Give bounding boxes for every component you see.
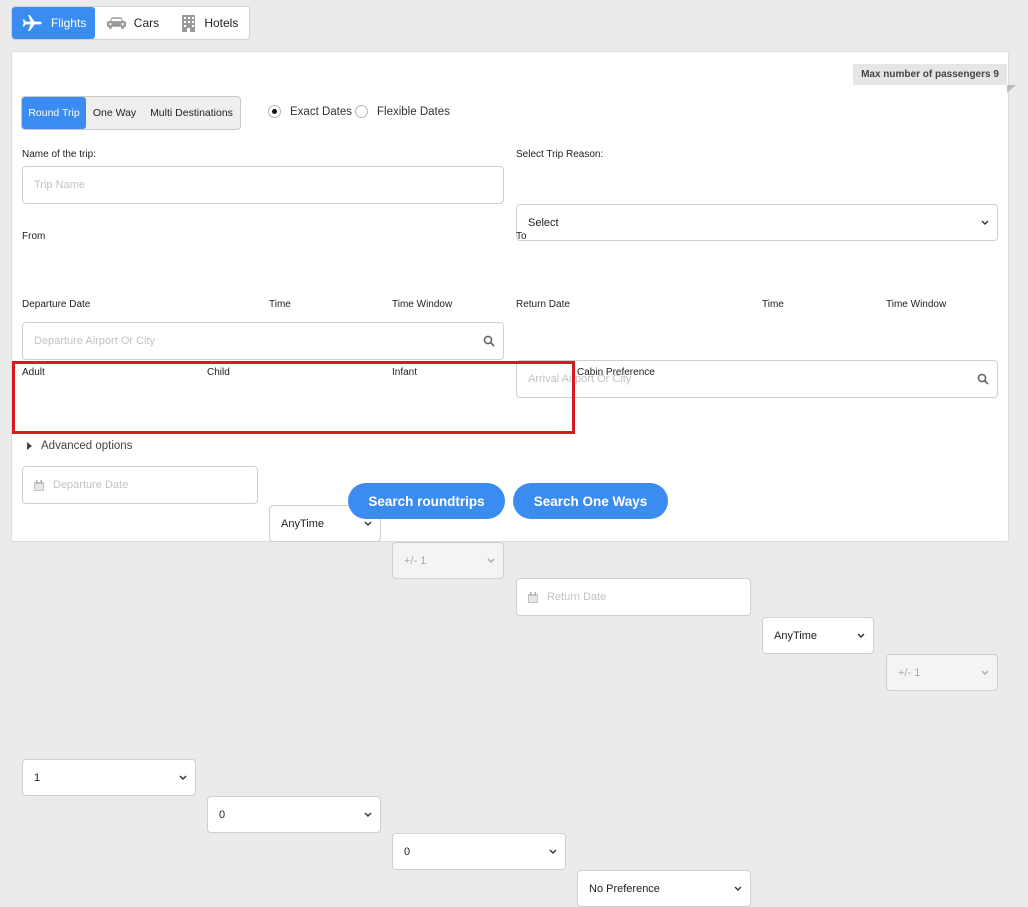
tab-cars-label: Cars [133, 16, 160, 30]
search-one-ways-button[interactable]: Search One Ways [513, 483, 668, 519]
departure-window-label: Time Window [392, 299, 453, 310]
trip-reason-select[interactable]: Select [516, 204, 998, 241]
trip-type-multi-destinations[interactable]: Multi Destinations [143, 97, 240, 129]
return-time-select[interactable]: AnyTime [762, 617, 874, 654]
infant-label: Infant [392, 367, 418, 378]
tab-cars[interactable]: Cars [95, 7, 170, 39]
child-label: Child [207, 367, 230, 378]
from-input[interactable]: Departure Airport Or City [22, 322, 504, 360]
trip-name-input[interactable]: Trip Name [22, 166, 504, 204]
trip-type-selector: Round Trip One Way Multi Destinations [21, 96, 241, 130]
chevron-down-icon [364, 812, 372, 817]
adult-label: Adult [22, 367, 45, 378]
service-tabs: Flights Cars Hotels [11, 6, 250, 40]
departure-date-input[interactable]: Departure Date [22, 466, 258, 504]
trip-name-label: Name of the trip: [22, 149, 96, 160]
advanced-options-toggle[interactable]: Advanced options [27, 440, 132, 452]
departure-window-select[interactable]: +/- 1 [392, 542, 504, 579]
search-icon [977, 373, 989, 385]
caret-right-icon [27, 442, 32, 450]
chevron-down-icon [981, 670, 989, 675]
tab-hotels-label: Hotels [204, 16, 239, 30]
to-label: To [516, 231, 527, 242]
trip-reason-label: Select Trip Reason: [516, 149, 604, 160]
return-date-input[interactable]: Return Date [516, 578, 751, 616]
chevron-down-icon [981, 220, 989, 225]
search-roundtrips-button[interactable]: Search roundtrips [348, 483, 505, 519]
flexible-dates-option[interactable]: Flexible Dates [355, 105, 450, 118]
trip-type-round-trip[interactable]: Round Trip [22, 97, 86, 129]
search-icon [483, 335, 495, 347]
adult-select[interactable]: 1 [22, 759, 196, 796]
trip-type-one-way[interactable]: One Way [86, 97, 143, 129]
car-icon [106, 17, 126, 29]
infant-select[interactable]: 0 [392, 833, 566, 870]
plane-icon [22, 15, 42, 31]
chevron-down-icon [364, 521, 372, 526]
cabin-select[interactable]: No Preference [577, 870, 751, 907]
return-window-select[interactable]: +/- 1 [886, 654, 998, 691]
return-window-label: Time Window [886, 299, 947, 310]
chevron-down-icon [549, 849, 557, 854]
return-date-label: Return Date [516, 299, 570, 310]
exact-dates-radio[interactable] [268, 105, 281, 118]
chevron-down-icon [734, 886, 742, 891]
chevron-down-icon [487, 558, 495, 563]
cabin-label: Cabin Preference [577, 367, 655, 378]
calendar-icon [528, 591, 538, 603]
return-time-label: Time [762, 299, 784, 310]
chevron-down-icon [179, 775, 187, 780]
flexible-dates-radio[interactable] [355, 105, 368, 118]
exact-dates-option[interactable]: Exact Dates [268, 105, 352, 118]
from-label: From [22, 231, 46, 242]
chevron-down-icon [857, 633, 865, 638]
calendar-icon [34, 479, 44, 491]
departure-date-label: Departure Date [22, 299, 91, 310]
tab-flights[interactable]: Flights [12, 7, 96, 39]
child-select[interactable]: 0 [207, 796, 381, 833]
max-passengers-badge: Max number of passengers 9 [853, 64, 1016, 93]
tab-hotels[interactable]: Hotels [171, 7, 249, 39]
hotel-icon [182, 14, 196, 32]
to-input[interactable]: Arrival Airport Or City [516, 360, 998, 398]
tab-flights-label: Flights [50, 16, 87, 30]
departure-time-label: Time [269, 299, 291, 310]
